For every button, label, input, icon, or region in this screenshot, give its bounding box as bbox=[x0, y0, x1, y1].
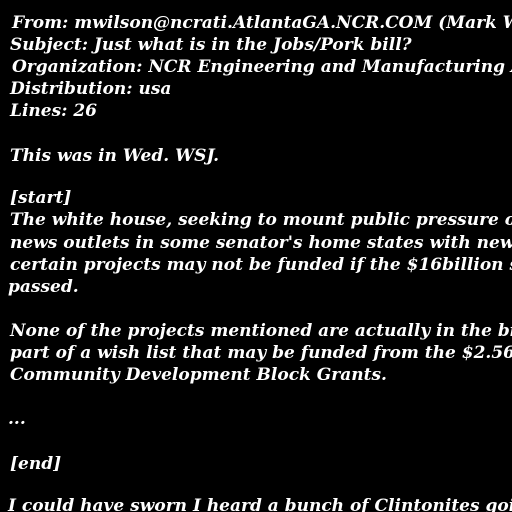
header-lines: Lines: 26 bbox=[10, 101, 98, 121]
header-from: From: mwilson@ncrati.AtlantaGA.NCR.COM (… bbox=[12, 13, 512, 33]
paragraph-2-line-3: Community Development Block Grants. bbox=[10, 365, 387, 385]
paragraph-1-line-1: The white house, seeking to mount public… bbox=[10, 210, 512, 230]
paragraph-1-line-3: certain projects may not be funded if th… bbox=[10, 255, 512, 275]
paragraph-1-line-2: news outlets in some senator's home stat… bbox=[10, 233, 512, 253]
paragraph-1-line-4: passed. bbox=[8, 277, 79, 297]
end-marker: [end] bbox=[10, 454, 62, 474]
header-subject: Subject: Just what is in the Jobs/Pork b… bbox=[10, 35, 412, 55]
ellipsis: ... bbox=[8, 409, 26, 429]
header-distribution: Distribution: usa bbox=[10, 79, 172, 99]
paragraph-2-line-1: None of the projects mentioned are actua… bbox=[10, 321, 512, 341]
start-marker: [start] bbox=[10, 188, 72, 208]
message-view: From: mwilson@ncrati.AtlantaGA.NCR.COM (… bbox=[0, 0, 512, 512]
closing-line: I could have sworn I heard a bunch of Cl… bbox=[8, 496, 512, 512]
header-organization: Organization: NCR Engineering and Manufa… bbox=[12, 57, 512, 77]
body-intro: This was in Wed. WSJ. bbox=[10, 146, 220, 166]
paragraph-2-line-2: part of a wish list that may be funded f… bbox=[10, 343, 512, 363]
